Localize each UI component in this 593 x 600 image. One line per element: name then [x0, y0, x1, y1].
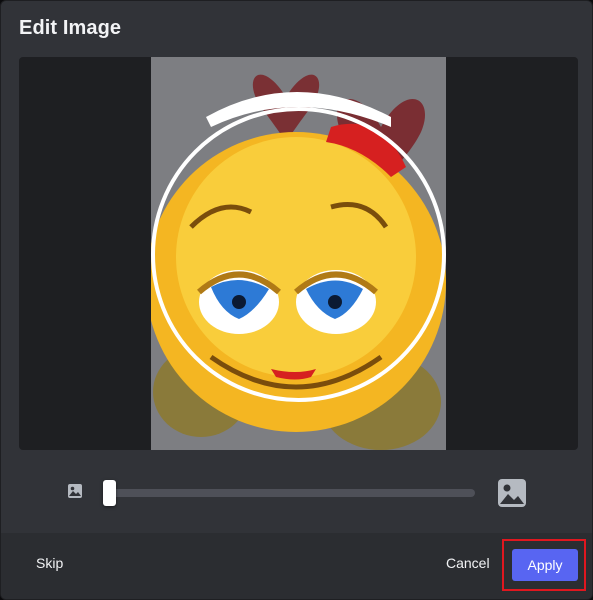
image-small-icon [67, 483, 83, 499]
image-large-icon [497, 478, 527, 508]
edit-image-modal: Edit Image Skip Cancel Apply [0, 0, 593, 600]
avatar-image [151, 57, 446, 450]
zoom-slider-handle[interactable] [103, 480, 116, 506]
skip-button[interactable]: Skip [36, 555, 63, 571]
image-crop-area[interactable] [19, 57, 578, 450]
modal-footer: Skip Cancel Apply [1, 533, 592, 599]
zoom-slider-track[interactable] [107, 489, 475, 497]
zoom-slider-row [1, 471, 592, 515]
apply-button[interactable]: Apply [512, 549, 578, 581]
modal-title: Edit Image [19, 17, 122, 39]
cancel-button[interactable]: Cancel [446, 555, 490, 571]
